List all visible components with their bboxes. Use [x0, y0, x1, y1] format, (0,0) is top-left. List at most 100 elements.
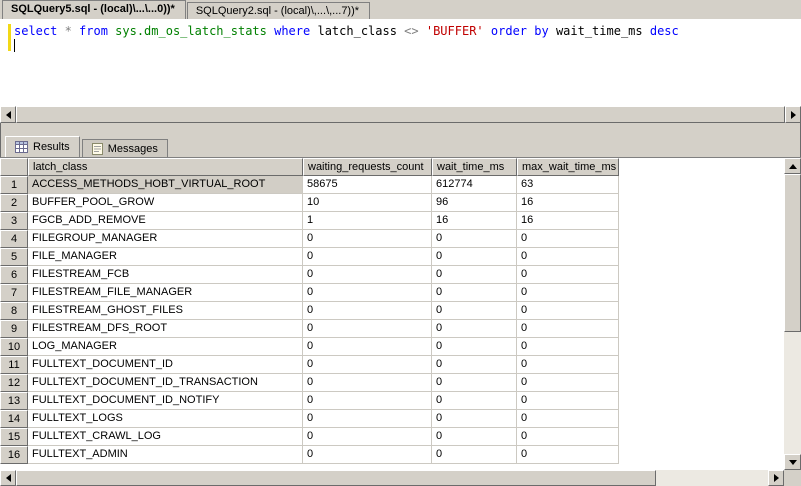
grid-cell[interactable]: FILESTREAM_FCB — [28, 266, 303, 284]
column-header-latch-class[interactable]: latch_class — [28, 158, 303, 176]
grid-cell[interactable]: 10 — [303, 194, 432, 212]
scrollbar-thumb[interactable] — [16, 470, 656, 486]
grid-cell[interactable]: 0 — [432, 446, 517, 464]
row-number-cell[interactable]: 1 — [0, 176, 28, 194]
scrollbar-thumb[interactable] — [784, 174, 801, 332]
grid-cell[interactable]: 0 — [303, 320, 432, 338]
grid-cell[interactable]: FILESTREAM_FILE_MANAGER — [28, 284, 303, 302]
row-number-cell[interactable]: 2 — [0, 194, 28, 212]
row-number-cell[interactable]: 12 — [0, 374, 28, 392]
scrollbar-thumb[interactable] — [16, 106, 785, 123]
row-number-cell[interactable]: 7 — [0, 284, 28, 302]
grid-cell[interactable]: 0 — [303, 428, 432, 446]
grid-cell[interactable]: FULLTEXT_CRAWL_LOG — [28, 428, 303, 446]
grid-cell[interactable]: 0 — [517, 446, 619, 464]
grid-cell[interactable]: 0 — [432, 266, 517, 284]
scroll-left-button[interactable] — [0, 470, 16, 486]
grid-cell[interactable]: FULLTEXT_DOCUMENT_ID_TRANSACTION — [28, 374, 303, 392]
grid-cell[interactable]: BUFFER_POOL_GROW — [28, 194, 303, 212]
grid-cell[interactable]: 0 — [303, 374, 432, 392]
grid-cell[interactable]: ACCESS_METHODS_HOBT_VIRTUAL_ROOT — [28, 176, 303, 194]
scroll-up-button[interactable] — [784, 158, 801, 174]
row-number-cell[interactable]: 14 — [0, 410, 28, 428]
grid-cell[interactable]: 0 — [517, 392, 619, 410]
grid-cell[interactable]: 0 — [517, 374, 619, 392]
grid-cell[interactable]: LOG_MANAGER — [28, 338, 303, 356]
grid-cell[interactable]: 0 — [303, 302, 432, 320]
column-header-wait-time-ms[interactable]: wait_time_ms — [432, 158, 517, 176]
column-header-waiting-requests-count[interactable]: waiting_requests_count — [303, 158, 432, 176]
row-number-cell[interactable]: 6 — [0, 266, 28, 284]
grid-cell[interactable]: 0 — [432, 410, 517, 428]
scrollbar-track[interactable] — [16, 470, 768, 486]
grid-cell[interactable]: FULLTEXT_DOCUMENT_ID_NOTIFY — [28, 392, 303, 410]
tab-results[interactable]: Results — [5, 136, 80, 157]
grid-cell[interactable]: 63 — [517, 176, 619, 194]
grid-cell[interactable]: 0 — [517, 302, 619, 320]
row-number-cell[interactable]: 4 — [0, 230, 28, 248]
grid-cell[interactable]: 0 — [303, 338, 432, 356]
editor-horizontal-scrollbar[interactable] — [0, 106, 801, 123]
grid-cell[interactable]: FILE_MANAGER — [28, 248, 303, 266]
grid-cell[interactable]: 0 — [432, 428, 517, 446]
row-number-cell[interactable]: 15 — [0, 428, 28, 446]
grid-cell[interactable]: 0 — [303, 230, 432, 248]
grid-cell[interactable]: 16 — [432, 212, 517, 230]
row-number-cell[interactable]: 9 — [0, 320, 28, 338]
grid-cell[interactable]: FULLTEXT_ADMIN — [28, 446, 303, 464]
grid-cell[interactable]: 0 — [432, 302, 517, 320]
grid-cell[interactable]: 0 — [517, 230, 619, 248]
grid-cell[interactable]: 0 — [432, 338, 517, 356]
grid-cell[interactable]: 0 — [517, 410, 619, 428]
grid-cell[interactable]: 0 — [517, 284, 619, 302]
grid-cell[interactable]: 0 — [432, 392, 517, 410]
grid-cell[interactable]: FILEGROUP_MANAGER — [28, 230, 303, 248]
row-number-cell[interactable]: 11 — [0, 356, 28, 374]
scrollbar-track[interactable] — [16, 106, 785, 123]
editor-text-area[interactable]: select * from sys.dm_os_latch_stats wher… — [0, 20, 801, 106]
scroll-down-button[interactable] — [784, 454, 801, 470]
grid-cell[interactable]: 0 — [303, 248, 432, 266]
grid-cell[interactable]: 0 — [517, 248, 619, 266]
grid-cell[interactable]: 0 — [432, 284, 517, 302]
row-number-cell[interactable]: 3 — [0, 212, 28, 230]
scrollbar-track[interactable] — [784, 174, 801, 454]
grid-cell[interactable]: 0 — [432, 320, 517, 338]
tab-sqlquery5[interactable]: SQLQuery5.sql - (local)\...\...0))* — [2, 0, 186, 19]
grid-cell[interactable]: 0 — [517, 356, 619, 374]
grid-cell[interactable]: 16 — [517, 194, 619, 212]
grid-cell[interactable]: 0 — [432, 230, 517, 248]
grid-cell[interactable]: FULLTEXT_DOCUMENT_ID — [28, 356, 303, 374]
row-number-cell[interactable]: 10 — [0, 338, 28, 356]
scroll-left-button[interactable] — [0, 106, 16, 123]
row-number-cell[interactable]: 5 — [0, 248, 28, 266]
grid-cell[interactable]: 96 — [432, 194, 517, 212]
grid-corner-header[interactable] — [0, 158, 28, 176]
grid-cell[interactable]: FILESTREAM_DFS_ROOT — [28, 320, 303, 338]
grid-horizontal-scrollbar[interactable] — [0, 470, 784, 486]
grid-cell[interactable]: 0 — [303, 284, 432, 302]
tab-sqlquery2[interactable]: SQLQuery2.sql - (local)\,...\,...7))* — [186, 2, 371, 19]
grid-cell[interactable]: 0 — [303, 266, 432, 284]
grid-cell[interactable]: 0 — [517, 428, 619, 446]
grid-cell[interactable]: 0 — [303, 356, 432, 374]
row-number-cell[interactable]: 8 — [0, 302, 28, 320]
scroll-right-button[interactable] — [768, 470, 784, 486]
grid-cell[interactable]: 612774 — [432, 176, 517, 194]
grid-cell[interactable]: 58675 — [303, 176, 432, 194]
grid-cell[interactable]: FULLTEXT_LOGS — [28, 410, 303, 428]
grid-cell[interactable]: 0 — [432, 374, 517, 392]
row-number-cell[interactable]: 16 — [0, 446, 28, 464]
grid-cell[interactable]: 0 — [432, 248, 517, 266]
grid-cell[interactable]: 16 — [517, 212, 619, 230]
grid-cell[interactable]: 0 — [517, 338, 619, 356]
grid-vertical-scrollbar[interactable] — [784, 158, 801, 470]
grid-cell[interactable]: 0 — [303, 446, 432, 464]
scroll-right-button[interactable] — [785, 106, 801, 123]
grid-cell[interactable]: 0 — [303, 392, 432, 410]
column-header-max-wait-time-ms[interactable]: max_wait_time_ms — [517, 158, 619, 176]
grid-cell[interactable]: FILESTREAM_GHOST_FILES — [28, 302, 303, 320]
sql-editor[interactable]: select * from sys.dm_os_latch_stats wher… — [0, 20, 801, 123]
grid-cell[interactable]: FGCB_ADD_REMOVE — [28, 212, 303, 230]
row-number-cell[interactable]: 13 — [0, 392, 28, 410]
